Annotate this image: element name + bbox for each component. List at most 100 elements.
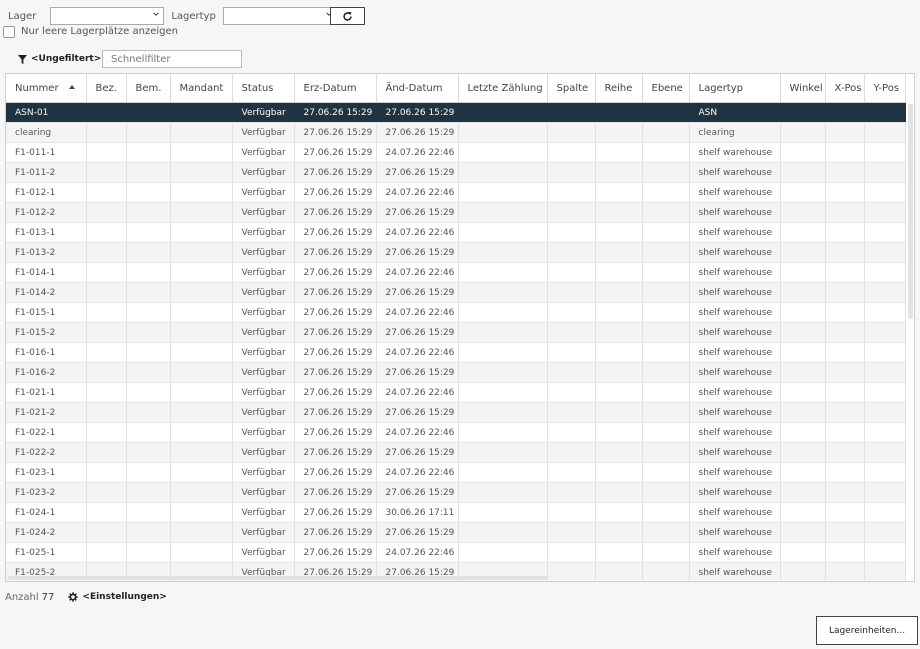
table-cell xyxy=(126,382,171,403)
table-cell xyxy=(547,182,596,203)
empty-only-checkbox[interactable] xyxy=(3,25,15,38)
vertical-scrollbar[interactable] xyxy=(908,104,913,319)
table-row[interactable]: F1-016-1 Verfügbar 27.06.26 15:29 24.07.26 … xyxy=(6,342,906,363)
column-header[interactable]: Mandant xyxy=(170,74,233,103)
column-header[interactable]: Reihe xyxy=(595,74,643,103)
table-cell xyxy=(86,162,127,183)
table-row[interactable]: F1-012-1 Verfügbar 27.06.26 15:29 24.07.26 … xyxy=(6,182,906,203)
table-row[interactable]: F1-013-2 Verfügbar 27.06.26 15:29 27.06.26 … xyxy=(6,242,906,263)
table-row[interactable]: clearing Verfügbar 27.06.26 15:29 27.06.26 … xyxy=(6,122,906,143)
table-cell: 27.06.26 15:29 xyxy=(294,202,377,223)
table-cell xyxy=(780,162,826,183)
table-cell xyxy=(864,262,906,283)
column-header[interactable]: Änd-Datum xyxy=(376,74,459,103)
column-header[interactable]: Bem. xyxy=(126,74,171,103)
lager-select[interactable] xyxy=(50,7,165,25)
table-cell: 27.06.26 15:29 xyxy=(294,302,377,323)
table-cell: 24.07.26 22:46 xyxy=(376,222,459,243)
table-cell xyxy=(170,142,233,163)
column-header-label: Ebene xyxy=(651,82,683,94)
table-cell xyxy=(126,482,171,503)
table-cell: Verfügbar xyxy=(232,122,295,143)
column-header[interactable]: X-Pos xyxy=(825,74,865,103)
column-header[interactable]: Bez. xyxy=(86,74,127,103)
table-cell xyxy=(825,522,865,543)
lagereinheiten-button[interactable]: Lagereinheiten... xyxy=(816,616,918,645)
column-header[interactable]: Nummer xyxy=(6,74,87,103)
settings-link[interactable]: <Einstellungen> xyxy=(68,592,167,602)
table-row[interactable]: F1-023-2 Verfügbar 27.06.26 15:29 27.06.26 … xyxy=(6,482,906,503)
column-header[interactable]: Erz-Datum xyxy=(294,74,377,103)
table-cell: Verfügbar xyxy=(232,162,295,183)
table-cell xyxy=(547,342,596,363)
table-cell: ASN-01 xyxy=(6,102,87,123)
table-cell xyxy=(780,462,826,483)
table-cell xyxy=(825,322,865,343)
column-header[interactable]: Status xyxy=(232,74,295,103)
table-row[interactable]: F1-011-2 Verfügbar 27.06.26 15:29 27.06.26 … xyxy=(6,162,906,183)
table-row[interactable]: F1-015-1 Verfügbar 27.06.26 15:29 24.07.26 … xyxy=(6,302,906,323)
table-row[interactable]: F1-023-1 Verfügbar 27.06.26 15:29 24.07.26 … xyxy=(6,462,906,483)
table-cell xyxy=(780,362,826,383)
table-row[interactable]: F1-014-1 Verfügbar 27.06.26 15:29 24.07.26 … xyxy=(6,262,906,283)
table-cell xyxy=(170,262,233,283)
column-header[interactable]: Winkel xyxy=(780,74,826,103)
table-cell: 24.07.26 22:46 xyxy=(376,302,459,323)
table-row[interactable]: F1-016-2 Verfügbar 27.06.26 15:29 27.06.26 … xyxy=(6,362,906,383)
table-cell xyxy=(864,342,906,363)
table-row[interactable]: F1-021-2 Verfügbar 27.06.26 15:29 27.06.26 … xyxy=(6,402,906,423)
table-row[interactable]: ASN-01 Verfügbar 27.06.26 15:29 27.06.26 15… xyxy=(6,102,906,123)
column-header-label: Mandant xyxy=(179,82,224,94)
table-cell: shelf warehouse xyxy=(689,402,781,423)
table-cell xyxy=(86,342,127,363)
column-header[interactable]: Y-Pos xyxy=(864,74,906,103)
table-cell xyxy=(547,422,596,443)
lagertyp-select[interactable] xyxy=(222,7,337,25)
column-header[interactable]: Ebene xyxy=(642,74,690,103)
table-cell: 27.06.26 15:29 xyxy=(376,482,459,503)
table-row[interactable]: F1-024-1 Verfügbar 27.06.26 15:29 30.06.26 … xyxy=(6,502,906,523)
table-cell xyxy=(780,502,826,523)
table-cell xyxy=(170,522,233,543)
column-header[interactable]: Letzte Zählung xyxy=(458,74,548,103)
table-cell xyxy=(825,482,865,503)
table-row[interactable]: F1-022-1 Verfügbar 27.06.26 15:29 24.07.26 … xyxy=(6,422,906,443)
table-cell xyxy=(780,382,826,403)
table-row[interactable]: F1-011-1 Verfügbar 27.06.26 15:29 24.07.26 … xyxy=(6,142,906,163)
table-cell: shelf warehouse xyxy=(689,322,781,343)
filter-link[interactable]: <Ungefiltert> xyxy=(18,54,101,64)
table-row[interactable]: F1-021-1 Verfügbar 27.06.26 15:29 24.07.26 … xyxy=(6,382,906,403)
table-cell xyxy=(864,222,906,243)
table-cell xyxy=(825,282,865,303)
column-header[interactable]: Lagertyp xyxy=(689,74,781,103)
table-cell: Verfügbar xyxy=(232,202,295,223)
table-row[interactable]: F1-013-1 Verfügbar 27.06.26 15:29 24.07.26 … xyxy=(6,222,906,243)
column-header[interactable]: Spalte xyxy=(547,74,596,103)
table-cell xyxy=(170,182,233,203)
quick-filter-input[interactable] xyxy=(102,50,242,68)
table-cell xyxy=(170,462,233,483)
table-cell: 24.07.26 22:46 xyxy=(376,462,459,483)
refresh-button[interactable] xyxy=(330,7,365,25)
table-row[interactable]: F1-022-2 Verfügbar 27.06.26 15:29 27.06.26 … xyxy=(6,442,906,463)
table-cell: 27.06.26 15:29 xyxy=(294,442,377,463)
table-cell xyxy=(458,342,548,363)
table-cell xyxy=(86,222,127,243)
table-row[interactable]: F1-014-2 Verfügbar 27.06.26 15:29 27.06.26 … xyxy=(6,282,906,303)
table-cell xyxy=(126,362,171,383)
table-cell xyxy=(126,102,171,123)
horizontal-scrollbar[interactable] xyxy=(8,576,548,580)
table-cell xyxy=(825,142,865,163)
table-row[interactable]: F1-024-2 Verfügbar 27.06.26 15:29 27.06.26 … xyxy=(6,522,906,543)
table-row[interactable]: F1-015-2 Verfügbar 27.06.26 15:29 27.06.26 … xyxy=(6,322,906,343)
table-cell xyxy=(642,142,690,163)
table-row[interactable]: F1-012-2 Verfügbar 27.06.26 15:29 27.06.26 … xyxy=(6,202,906,223)
table-cell xyxy=(864,422,906,443)
table-cell xyxy=(547,502,596,523)
table-cell xyxy=(547,242,596,263)
table-cell: shelf warehouse xyxy=(689,242,781,263)
table-cell xyxy=(825,342,865,363)
table-cell: shelf warehouse xyxy=(689,202,781,223)
table-cell: 24.07.26 22:46 xyxy=(376,382,459,403)
table-row[interactable]: F1-025-1 Verfügbar 27.06.26 15:29 24.07.26 … xyxy=(6,542,906,563)
